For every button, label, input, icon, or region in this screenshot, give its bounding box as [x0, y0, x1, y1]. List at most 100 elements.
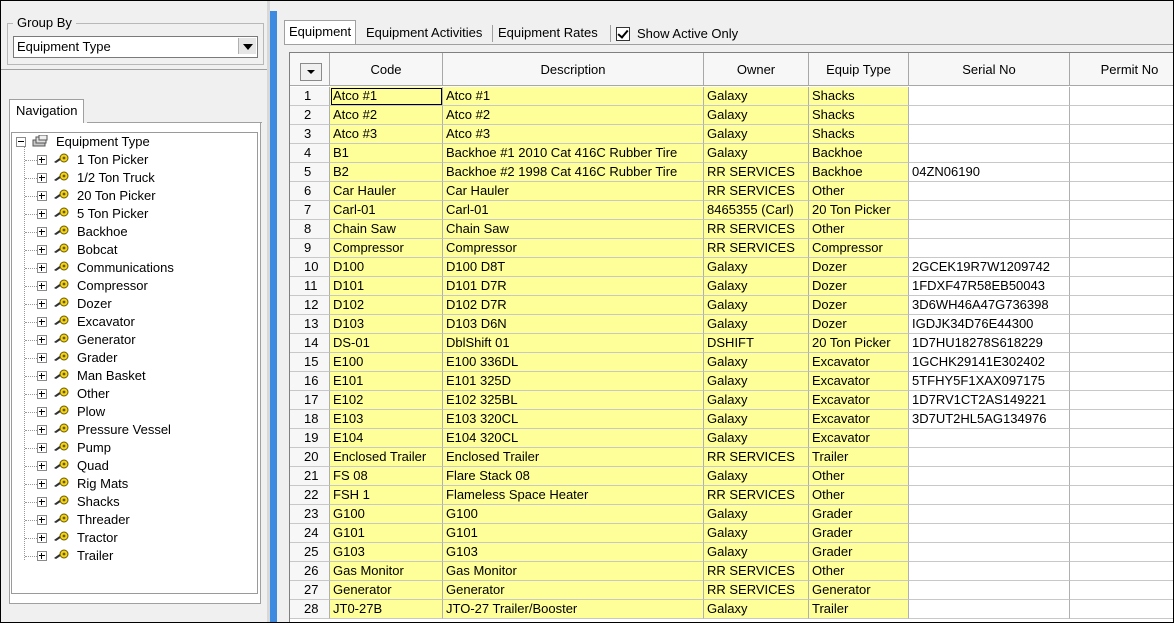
serial-no-cell[interactable] [909, 486, 1070, 505]
equip-type-cell[interactable]: Other [809, 220, 909, 239]
serial-no-cell[interactable] [909, 581, 1070, 600]
permit-no-cell[interactable] [1070, 106, 1173, 125]
permit-no-cell[interactable] [1070, 277, 1173, 296]
owner-cell[interactable]: DSHIFT [704, 334, 809, 353]
code-cell[interactable]: Carl-01 [330, 201, 443, 220]
equip-type-cell[interactable]: Dozer [809, 277, 909, 296]
description-cell[interactable]: G100 [443, 505, 704, 524]
code-cell[interactable]: D103 [330, 315, 443, 334]
permit-no-cell[interactable] [1070, 429, 1173, 448]
tree-node-grader[interactable]: Grader [12, 349, 252, 367]
owner-cell[interactable]: Galaxy [704, 144, 809, 163]
description-cell[interactable]: Flameless Space Heater [443, 486, 704, 505]
column-header-description[interactable]: Description [443, 53, 704, 86]
expand-icon[interactable] [37, 263, 47, 273]
expand-icon[interactable] [37, 407, 47, 417]
equip-type-cell[interactable]: Shacks [809, 106, 909, 125]
description-cell[interactable]: G103 [443, 543, 704, 562]
description-cell[interactable]: E104 320CL [443, 429, 704, 448]
table-row[interactable]: 6 Car Hauler Car Hauler RR SERVICES Other [290, 182, 1173, 201]
tree-node-trailer[interactable]: Trailer [12, 547, 252, 565]
show-active-only-checkbox[interactable] [616, 27, 630, 41]
permit-no-cell[interactable] [1070, 182, 1173, 201]
table-row[interactable]: 23 G100 G100 Galaxy Grader [290, 505, 1173, 524]
code-cell[interactable]: G103 [330, 543, 443, 562]
expand-icon[interactable] [37, 317, 47, 327]
permit-no-cell[interactable] [1070, 562, 1173, 581]
table-row[interactable]: 20 Enclosed Trailer Enclosed Trailer RR SER… [290, 448, 1173, 467]
table-row[interactable]: 3 Atco #3 Atco #3 Galaxy Shacks [290, 125, 1173, 144]
code-cell[interactable]: B1 [330, 144, 443, 163]
tree-node-20-ton-picker[interactable]: 20 Ton Picker [12, 187, 252, 205]
description-cell[interactable]: DblShift 01 [443, 334, 704, 353]
permit-no-cell[interactable] [1070, 201, 1173, 220]
serial-no-cell[interactable]: 1FDXF47R58EB50043 [909, 277, 1070, 296]
table-row[interactable]: 26 Gas Monitor Gas Monitor RR SERVICES Other [290, 562, 1173, 581]
table-row[interactable]: 15 E100 E100 336DL Galaxy Excavator 1GCHK2914… [290, 353, 1173, 372]
expand-icon[interactable] [37, 245, 47, 255]
code-cell[interactable]: Enclosed Trailer [330, 448, 443, 467]
serial-no-cell[interactable]: 1D7HU18278S618229 [909, 334, 1070, 353]
serial-no-cell[interactable]: 2GCEK19R7W1209742 [909, 258, 1070, 277]
permit-no-cell[interactable] [1070, 125, 1173, 144]
equip-type-cell[interactable]: Excavator [809, 353, 909, 372]
equip-type-cell[interactable]: Grader [809, 524, 909, 543]
expand-icon[interactable] [37, 533, 47, 543]
group-by-dropdown[interactable]: Equipment Type [13, 36, 258, 58]
show-active-only-label[interactable]: Show Active Only [637, 26, 738, 41]
description-cell[interactable]: Generator [443, 581, 704, 600]
expand-icon[interactable] [37, 461, 47, 471]
description-cell[interactable]: Atco #2 [443, 106, 704, 125]
expand-icon[interactable] [37, 173, 47, 183]
serial-no-cell[interactable] [909, 505, 1070, 524]
owner-cell[interactable]: RR SERVICES [704, 581, 809, 600]
owner-cell[interactable]: RR SERVICES [704, 562, 809, 581]
table-row[interactable]: 21 FS 08 Flare Stack 08 Galaxy Other [290, 467, 1173, 486]
description-cell[interactable]: Backhoe #2 1998 Cat 416C Rubber Tire [443, 163, 704, 182]
description-cell[interactable]: E100 336DL [443, 353, 704, 372]
equip-type-cell[interactable]: Backhoe [809, 144, 909, 163]
tree-node-communications[interactable]: Communications [12, 259, 252, 277]
owner-cell[interactable]: RR SERVICES [704, 220, 809, 239]
tree-node-quad[interactable]: Quad [12, 457, 252, 475]
permit-no-cell[interactable] [1070, 334, 1173, 353]
table-row[interactable]: 10 D100 D100 D8T Galaxy Dozer 2GCEK19R7W12097… [290, 258, 1173, 277]
code-cell[interactable]: DS-01 [330, 334, 443, 353]
expand-icon[interactable] [37, 425, 47, 435]
description-cell[interactable]: E103 320CL [443, 410, 704, 429]
tab-equipment-activities[interactable]: Equipment Activities [362, 22, 486, 43]
description-cell[interactable]: Carl-01 [443, 201, 704, 220]
equip-type-cell[interactable]: Trailer [809, 600, 909, 619]
tree-node-compressor[interactable]: Compressor [12, 277, 252, 295]
table-row[interactable]: 25 G103 G103 Galaxy Grader [290, 543, 1173, 562]
owner-cell[interactable]: Galaxy [704, 277, 809, 296]
table-row[interactable]: 22 FSH 1 Flameless Space Heater RR SERVICES… [290, 486, 1173, 505]
column-chooser-button[interactable] [300, 63, 322, 81]
permit-no-cell[interactable] [1070, 258, 1173, 277]
owner-cell[interactable]: Galaxy [704, 429, 809, 448]
table-row[interactable]: 16 E101 E101 325D Galaxy Excavator 5TFHY5F1XA… [290, 372, 1173, 391]
serial-no-cell[interactable] [909, 524, 1070, 543]
code-cell[interactable]: Gas Monitor [330, 562, 443, 581]
owner-cell[interactable]: Galaxy [704, 258, 809, 277]
code-cell[interactable]: E103 [330, 410, 443, 429]
collapse-icon[interactable] [16, 137, 26, 147]
serial-no-cell[interactable] [909, 543, 1070, 562]
serial-no-cell[interactable]: 5TFHY5F1XAX097175 [909, 372, 1070, 391]
table-row[interactable]: 13 D103 D103 D6N Galaxy Dozer IGDJK34D76E4430… [290, 315, 1173, 334]
code-cell[interactable]: D100 [330, 258, 443, 277]
serial-no-cell[interactable]: 1GCHK29141E302402 [909, 353, 1070, 372]
owner-cell[interactable]: Galaxy [704, 296, 809, 315]
owner-cell[interactable]: RR SERVICES [704, 448, 809, 467]
equip-type-cell[interactable]: Backhoe [809, 163, 909, 182]
serial-no-cell[interactable]: 04ZN06190 [909, 163, 1070, 182]
serial-no-cell[interactable] [909, 144, 1070, 163]
equip-type-cell[interactable]: Excavator [809, 410, 909, 429]
tree-node-rig-mats[interactable]: Rig Mats [12, 475, 252, 493]
table-row[interactable]: 18 E103 E103 320CL Galaxy Excavator 3D7UT2HL5… [290, 410, 1173, 429]
permit-no-cell[interactable] [1070, 296, 1173, 315]
tab-navigation[interactable]: Navigation [9, 99, 85, 124]
permit-no-cell[interactable] [1070, 315, 1173, 334]
table-row[interactable]: 2 Atco #2 Atco #2 Galaxy Shacks [290, 106, 1173, 125]
table-row[interactable]: 7 Carl-01 Carl-01 8465355 (Carl) 20 Ton Pick… [290, 201, 1173, 220]
